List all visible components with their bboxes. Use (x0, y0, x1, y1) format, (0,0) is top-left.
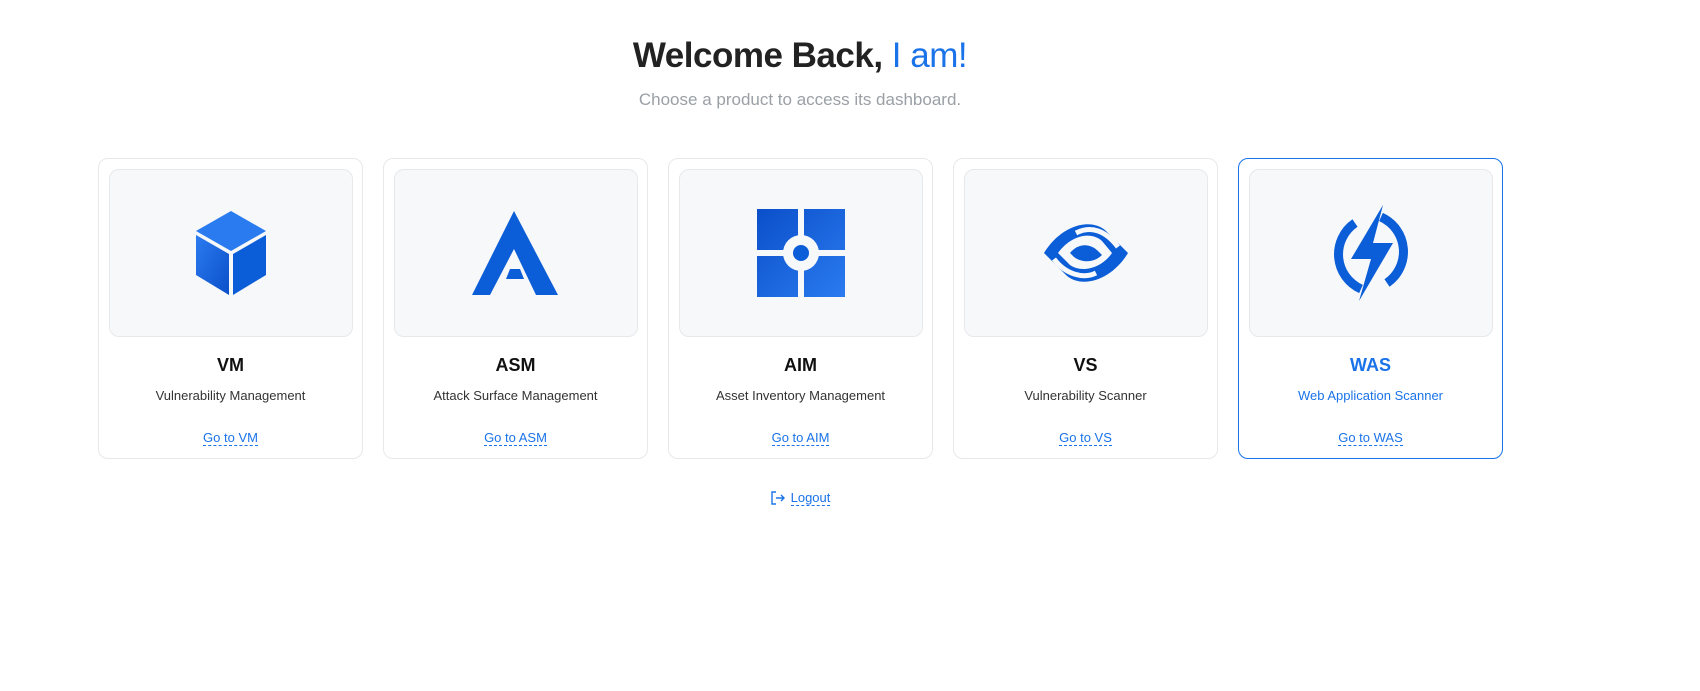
product-name: VM (217, 355, 244, 375)
product-card-media (108, 169, 353, 337)
product-description: Asset Inventory Management (715, 388, 886, 403)
go-to-vs-link[interactable]: Go to VS (1059, 430, 1112, 446)
eye-scan-icon (1043, 224, 1128, 282)
product-description: Vulnerability Scanner (1024, 388, 1147, 403)
product-card-media (1248, 169, 1493, 337)
product-card-vm[interactable]: VM Vulnerability Management Go to VM (98, 158, 363, 459)
go-to-vm-link[interactable]: Go to VM (203, 430, 258, 446)
product-card-media (393, 169, 638, 337)
go-to-asm-link[interactable]: Go to ASM (484, 430, 547, 446)
logout-button[interactable]: Logout (770, 490, 831, 506)
product-card-media (963, 169, 1208, 337)
asm-logo-icon (471, 211, 558, 295)
product-name: AIM (784, 355, 817, 375)
product-name: VS (1073, 355, 1098, 375)
product-cards: VM Vulnerability Management Go to VM ASM… (98, 158, 1503, 459)
page-subtitle: Choose a product to access its dashboard… (638, 90, 962, 109)
grid-target-icon (756, 209, 845, 297)
product-card-media (678, 169, 923, 337)
go-to-was-link[interactable]: Go to WAS (1338, 430, 1403, 446)
lightning-icon (1333, 205, 1408, 301)
cube-icon (195, 211, 266, 295)
product-card-was[interactable]: WAS Web Application Scanner Go to WAS (1238, 158, 1503, 459)
title-prefix: Welcome Back, (632, 36, 883, 75)
product-name: WAS (1349, 355, 1391, 375)
logout-area: Logout (0, 490, 1600, 506)
product-card-aim[interactable]: AIM Asset Inventory Management Go to AIM (668, 158, 933, 459)
product-selection-page: Welcome Back, I am! Choose a product to … (0, 0, 1700, 691)
product-description: Web Application Scanner (1297, 388, 1444, 403)
logout-label: Logout (790, 490, 831, 506)
page-title: Welcome Back, I am! (0, 36, 1600, 76)
header: Welcome Back, I am! Choose a product to … (0, 36, 1600, 110)
product-card-vs[interactable]: VS Vulnerability Scanner Go to VS (953, 158, 1218, 459)
product-description: Vulnerability Management (155, 388, 306, 403)
title-username: I am! (891, 36, 968, 75)
product-description: Attack Surface Management (433, 388, 598, 403)
logout-icon (770, 491, 785, 505)
product-name: ASM (495, 355, 536, 375)
go-to-aim-link[interactable]: Go to AIM (771, 430, 830, 446)
product-card-asm[interactable]: ASM Attack Surface Management Go to ASM (383, 158, 648, 459)
